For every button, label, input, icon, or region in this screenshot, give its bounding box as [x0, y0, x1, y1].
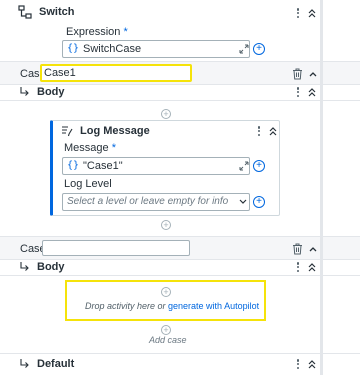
curly-brace-icon: {} — [67, 160, 80, 171]
collapse-chevron-icon[interactable] — [306, 7, 318, 19]
collapse-chevron-icon[interactable] — [307, 243, 319, 255]
log-message-card: Log Message Message * {} "Case1" + Log L… — [50, 120, 280, 216]
default-label: Default — [37, 358, 75, 370]
body-label: Body — [37, 86, 65, 98]
more-options-icon[interactable] — [292, 260, 304, 274]
case2-header: Case — [0, 236, 360, 260]
collapse-chevron-icon[interactable] — [267, 125, 279, 137]
add-case-icon[interactable]: + — [161, 325, 171, 335]
drop-zone[interactable]: + Drop activity here or generate with Au… — [65, 280, 266, 321]
collapse-chevron-icon[interactable] — [306, 86, 318, 98]
add-case-link[interactable]: Add case — [149, 335, 187, 345]
trash-icon[interactable] — [292, 243, 303, 255]
case2-body-header: Body — [0, 260, 360, 276]
case1-header: Case Case1 — [0, 61, 360, 85]
switch-title: Switch — [39, 6, 75, 18]
add-activity-icon[interactable]: + — [161, 220, 171, 230]
log-message-title: Log Message — [80, 125, 150, 137]
add-circle-icon[interactable]: + — [253, 160, 265, 172]
case1-body-header: Body — [0, 85, 360, 101]
log-level-placeholder: Select a level or leave empty for info — [67, 196, 229, 207]
add-activity-icon[interactable]: + — [161, 287, 171, 297]
switch-header[interactable]: Switch — [0, 0, 360, 26]
case-arrow-icon — [20, 87, 29, 96]
scrollbar[interactable] — [320, 0, 323, 375]
log-level-select[interactable]: Select a level or leave empty for info — [62, 193, 250, 211]
case1-input[interactable]: Case1 — [40, 64, 192, 82]
add-circle-icon[interactable]: + — [253, 43, 265, 55]
required-mark: * — [123, 26, 128, 38]
case1-value: Case1 — [44, 67, 76, 79]
case2-input[interactable] — [42, 240, 190, 256]
body-label: Body — [37, 261, 65, 273]
expand-icon[interactable] — [239, 161, 249, 171]
expression-value: SwitchCase — [83, 43, 142, 55]
case-arrow-icon — [20, 262, 29, 271]
add-activity-icon[interactable]: + — [161, 109, 171, 119]
trash-icon[interactable] — [292, 68, 303, 80]
message-label: Message * — [64, 142, 116, 154]
expression-field[interactable]: {} SwitchCase — [62, 40, 250, 58]
more-options-icon[interactable] — [292, 6, 304, 20]
collapse-chevron-icon[interactable] — [306, 261, 318, 273]
generate-autopilot-link[interactable]: generate with Autopilot — [168, 301, 259, 311]
required-mark: * — [111, 142, 116, 154]
default-header: Default — [0, 353, 360, 375]
drop-hint: Drop activity here or generate with Auto… — [85, 301, 260, 311]
more-options-icon[interactable] — [292, 85, 304, 99]
expression-label: Expression * — [66, 26, 128, 38]
case-arrow-icon — [20, 359, 29, 368]
add-circle-icon[interactable]: + — [253, 196, 265, 208]
message-value: "Case1" — [83, 160, 123, 172]
more-options-icon[interactable] — [292, 357, 304, 371]
collapse-chevron-icon[interactable] — [306, 358, 318, 370]
collapse-chevron-icon[interactable] — [307, 68, 319, 80]
curly-brace-icon: {} — [67, 43, 80, 54]
message-field[interactable]: {} "Case1" — [62, 157, 250, 175]
expand-icon[interactable] — [239, 44, 249, 54]
log-message-icon — [62, 126, 73, 137]
dropdown-chevron-icon — [239, 199, 247, 204]
more-options-icon[interactable] — [253, 124, 265, 138]
log-level-label: Log Level — [64, 178, 112, 190]
switch-icon — [18, 5, 32, 19]
